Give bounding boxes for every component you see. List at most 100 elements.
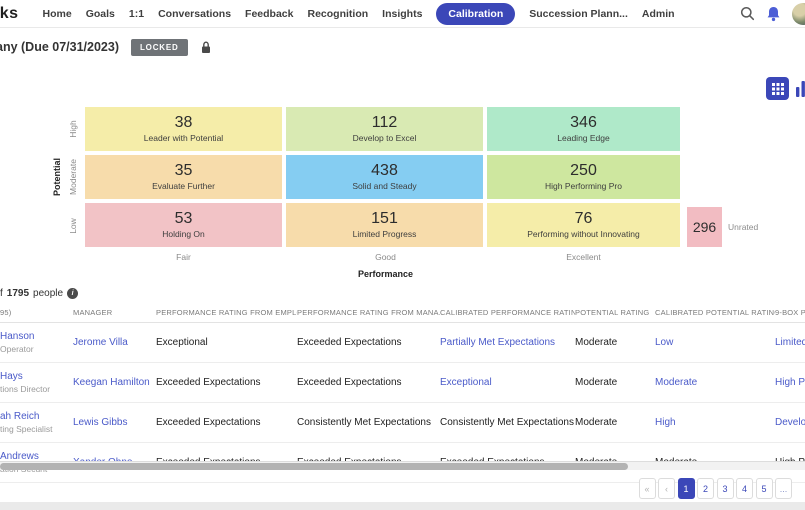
- manager-link[interactable]: Jerome Villa: [73, 337, 156, 348]
- nav-item-admin[interactable]: Admin: [642, 8, 675, 20]
- page-first-button[interactable]: «: [639, 478, 656, 499]
- col-potential: POTENTIAL RATING: [575, 308, 655, 317]
- nav-item-feedback[interactable]: Feedback: [245, 8, 293, 20]
- manager-link[interactable]: Lewis Gibbs: [73, 417, 156, 428]
- page-button-2[interactable]: 2: [697, 478, 714, 499]
- user-avatar[interactable]: [792, 3, 805, 25]
- perf-from-employee: Exceeded Expectations: [156, 417, 297, 428]
- x-axis-title: Performance: [287, 269, 484, 279]
- page-button-3[interactable]: 3: [717, 478, 734, 499]
- app-logo[interactable]: rks: [0, 5, 19, 23]
- calibrated-potential-link[interactable]: High: [655, 417, 775, 428]
- nav-item-calibration[interactable]: Calibration: [436, 3, 515, 25]
- perf-from-employee: Exceptional: [156, 337, 297, 348]
- col-employee: 95): [0, 308, 73, 317]
- page-prev-button[interactable]: ‹: [658, 478, 675, 499]
- cell-count: 151: [371, 211, 398, 228]
- ninebox-cell-develop-to-excel[interactable]: 112 Develop to Excel: [286, 107, 483, 151]
- count-suffix: people: [33, 288, 63, 299]
- page-ellipsis-button[interactable]: ...: [775, 478, 792, 499]
- calibrated-performance-link[interactable]: Partially Met Expectations: [440, 337, 575, 348]
- cell-label: Evaluate Further: [152, 181, 215, 191]
- ninebox-cell-high-performing-pro[interactable]: 250 High Performing Pro: [487, 155, 680, 199]
- scrollbar-thumb[interactable]: [0, 463, 628, 470]
- bell-icon[interactable]: [766, 6, 781, 22]
- nav-item-recognition[interactable]: Recognition: [307, 8, 368, 20]
- employee-name-link[interactable]: ah Reich: [0, 411, 73, 422]
- cell-label: Solid and Steady: [352, 181, 416, 191]
- employee-title: tions Director: [0, 384, 73, 394]
- nav-items: Home Goals 1:1 Conversations Feedback Re…: [43, 3, 675, 25]
- cycle-header: any (Due 07/31/2023) LOCKED: [0, 36, 212, 58]
- nine-box-grid: 38 Leader with Potential 112 Develop to …: [85, 107, 680, 247]
- nav-item-insights[interactable]: Insights: [382, 8, 422, 20]
- cell-count: 38: [175, 115, 193, 132]
- cell-label: Performing without Innovating: [527, 229, 639, 239]
- y-tick-moderate: Moderate: [68, 159, 78, 195]
- table-row: ah Reich ting Specialist Lewis Gibbs Exc…: [0, 403, 805, 443]
- nav-item-succession-planning[interactable]: Succession Plann...: [529, 8, 628, 20]
- grid-view-button[interactable]: [766, 77, 789, 100]
- potential-rating: Moderate: [575, 337, 655, 348]
- table-row: Hanson Operator Jerome Villa Exceptional…: [0, 323, 805, 363]
- pagination: « ‹ 1 2 3 4 5 ...: [639, 478, 793, 499]
- search-icon[interactable]: [740, 6, 755, 21]
- y-tick-low: Low: [68, 218, 78, 234]
- calibration-table: 95) MANAGER PERFORMANCE RATING FROM EMPL…: [0, 303, 805, 483]
- locked-badge: LOCKED: [131, 39, 188, 56]
- ninebox-cell-limited-progress[interactable]: 151 Limited Progress: [286, 203, 483, 247]
- employee-name-link[interactable]: Hays: [0, 371, 73, 382]
- page-button-5[interactable]: 5: [756, 478, 773, 499]
- cell-count: 35: [175, 163, 193, 180]
- col-calibrated-performance: CALIBRATED PERFORMANCE RATING: [440, 308, 575, 317]
- info-icon[interactable]: i: [67, 288, 78, 299]
- cell-label: Limited Progress: [353, 229, 417, 239]
- perf-from-manager: Exceeded Expectations: [297, 377, 440, 388]
- bar-chart-icon: [796, 80, 805, 97]
- calibrated-potential-link[interactable]: Moderate: [655, 377, 775, 388]
- ninebox-cell-performing-without-innovating[interactable]: 76 Performing without Innovating: [487, 203, 680, 247]
- employee-cell: Hanson Operator: [0, 331, 73, 354]
- x-tick-good: Good: [287, 252, 484, 262]
- ninebox-cell-solid-and-steady[interactable]: 438 Solid and Steady: [286, 155, 483, 199]
- nav-item-1on1[interactable]: 1:1: [129, 8, 144, 20]
- cell-label: Holding On: [162, 229, 205, 239]
- employee-title: ting Specialist: [0, 424, 73, 434]
- nav-right: [740, 3, 805, 25]
- calibrated-potential-link[interactable]: Low: [655, 337, 775, 348]
- people-count: f 1795 people i: [0, 288, 78, 299]
- ninebox-cell-holding-on[interactable]: 53 Holding On: [85, 203, 282, 247]
- calibrated-performance: Consistently Met Expectations: [440, 417, 575, 428]
- horizontal-scrollbar[interactable]: [0, 461, 805, 470]
- count-value: 1795: [7, 288, 29, 299]
- page-button-4[interactable]: 4: [736, 478, 753, 499]
- potential-rating: Moderate: [575, 377, 655, 388]
- chart-view-button[interactable]: [796, 80, 805, 97]
- nav-item-home[interactable]: Home: [43, 8, 72, 20]
- ninebox-unrated-box[interactable]: 296: [687, 207, 722, 247]
- manager-link[interactable]: Keegan Hamilton: [73, 377, 156, 388]
- ninebox-cell-leading-edge[interactable]: 346 Leading Edge: [487, 107, 680, 151]
- cell-count: 438: [371, 163, 398, 180]
- perf-from-manager: Exceeded Expectations: [297, 337, 440, 348]
- cell-count: 346: [570, 115, 597, 132]
- page-button-1[interactable]: 1: [678, 478, 695, 499]
- col-nine-box: 9-BOX PO: [775, 308, 805, 317]
- col-calibrated-potential: CALIBRATED POTENTIAL RATING: [655, 308, 775, 317]
- ninebox-cell-leader-with-potential[interactable]: 38 Leader with Potential: [85, 107, 282, 151]
- table-row: Hays tions Director Keegan Hamilton Exce…: [0, 363, 805, 403]
- cell-count: 112: [372, 115, 398, 132]
- top-nav: rks Home Goals 1:1 Conversations Feedbac…: [0, 0, 805, 28]
- count-prefix: f: [0, 288, 3, 299]
- cell-count: 250: [570, 163, 597, 180]
- nav-item-conversations[interactable]: Conversations: [158, 8, 231, 20]
- cell-label: High Performing Pro: [545, 181, 622, 191]
- nav-item-goals[interactable]: Goals: [86, 8, 115, 20]
- nine-box-position-link[interactable]: High Pe: [775, 377, 805, 388]
- ninebox-cell-evaluate-further[interactable]: 35 Evaluate Further: [85, 155, 282, 199]
- employee-name-link[interactable]: Hanson: [0, 331, 73, 342]
- cell-label: Leader with Potential: [144, 133, 223, 143]
- nine-box-position-link[interactable]: Limited: [775, 337, 805, 348]
- nine-box-position-link[interactable]: Develop: [775, 417, 805, 428]
- calibrated-performance-link[interactable]: Exceptional: [440, 377, 575, 388]
